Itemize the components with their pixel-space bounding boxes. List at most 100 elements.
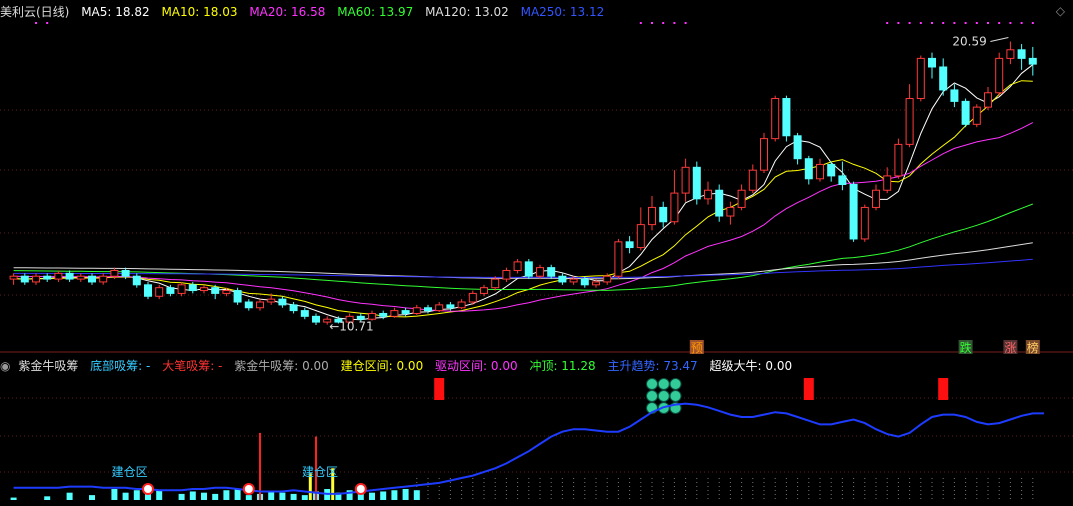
accumulation-bar [122,492,129,500]
signal-dot [46,22,49,24]
accumulation-bar [156,490,163,500]
ma-line-ma250 [13,258,1033,278]
low-price-label: ←10.71 [329,320,373,334]
accumulation-bar [268,491,275,500]
accumulation-bar [369,492,375,500]
bull-signal-icon [646,390,658,402]
candle-body [256,301,264,309]
chart-window: 美利云(日线) MA5: 18.82 MA10: 18.03 MA20: 16.… [0,0,1073,506]
candle-body [166,287,175,294]
candle-body [43,275,52,280]
candle-body [771,98,780,140]
signal-dot [1020,22,1023,24]
candle-body [737,189,746,208]
candle-body [267,298,276,303]
marker-涨: 涨 [1004,340,1016,355]
candle-body [435,304,444,312]
high-arrow [990,36,1009,42]
candle-body [412,307,421,314]
bull-signal-icon [657,378,670,390]
candle-body [883,175,892,191]
candle-body [502,269,511,280]
candle-body [816,163,824,180]
candle-body [603,275,612,283]
alert-icon [142,483,154,495]
accumulation-bar [66,492,73,500]
scroll-diamond-icon[interactable]: ◇ [1056,4,1065,18]
candle-body [625,241,634,249]
candle-body [32,275,40,283]
accumulation-bar [380,491,387,500]
candle-body [121,269,130,277]
candle-body [244,301,253,309]
signal-dot [35,22,37,24]
candle-body [592,281,600,286]
accumulation-bar [133,490,140,500]
candle-body [760,138,768,171]
signal-dot [919,22,922,24]
alert-icon [242,483,255,495]
signal-dot [662,22,665,24]
candle-body [177,284,186,294]
signal-block [938,378,949,400]
signal-dot [673,22,676,24]
candle-body [681,166,690,194]
candle-body [692,166,701,200]
candle-body [300,310,309,317]
signal-dot [975,22,978,24]
bull-signal-icon [669,378,682,390]
candle-body [390,310,399,317]
kline-chart[interactable]: 20.59 ←10.71 预 跌 涨榜建仓区 建仓区 [0,0,1073,506]
candle-body [132,275,141,286]
candle-body [558,275,567,283]
candle-body [289,304,298,312]
candle-body [972,106,981,125]
accumulation-bar [279,492,286,500]
candle-body [446,304,455,309]
candle-body [715,189,724,217]
bull-signal-icon [669,390,682,402]
signal-dot [964,22,967,24]
candle-body [65,272,74,280]
candle-body [424,307,432,312]
candle-body [155,287,164,297]
signal-dot [987,22,989,24]
candle-body [648,206,656,226]
candle-body [782,98,791,137]
candle-body [1017,49,1026,59]
signal-dot [684,22,687,24]
candle-body [222,290,231,294]
candle-body [88,275,96,283]
signal-dot [1031,22,1034,24]
alert-icon [354,483,367,495]
high-price-label: 20.59 [952,34,986,48]
candle-body [614,241,623,277]
candle-body [916,57,925,100]
accumulation-bar [201,492,207,500]
candle-body [401,310,410,314]
candle-body [480,287,488,294]
accumulation-bar [301,495,308,500]
candle-body [569,278,578,283]
accumulation-bar [189,491,196,500]
candle-body [928,57,936,68]
main-trend-line [13,402,1044,495]
build-zone-label: 建仓区 [112,465,148,479]
candle-body [995,57,1004,94]
candle-body [838,175,847,185]
candle-body [200,287,208,292]
candle-body [894,143,903,177]
candle-body [368,312,376,320]
candle-body [513,261,522,271]
signal-dot [886,22,889,24]
candle-body [491,278,500,289]
candle-body [849,184,858,240]
candle-body [704,189,712,200]
candle-body [312,315,320,323]
signal-dot [931,22,933,24]
accumulation-bar [391,490,398,500]
marker-榜: 榜 [1027,340,1039,355]
candle-body [793,135,802,160]
candle-body [536,267,544,277]
accumulation-bar [223,490,230,500]
